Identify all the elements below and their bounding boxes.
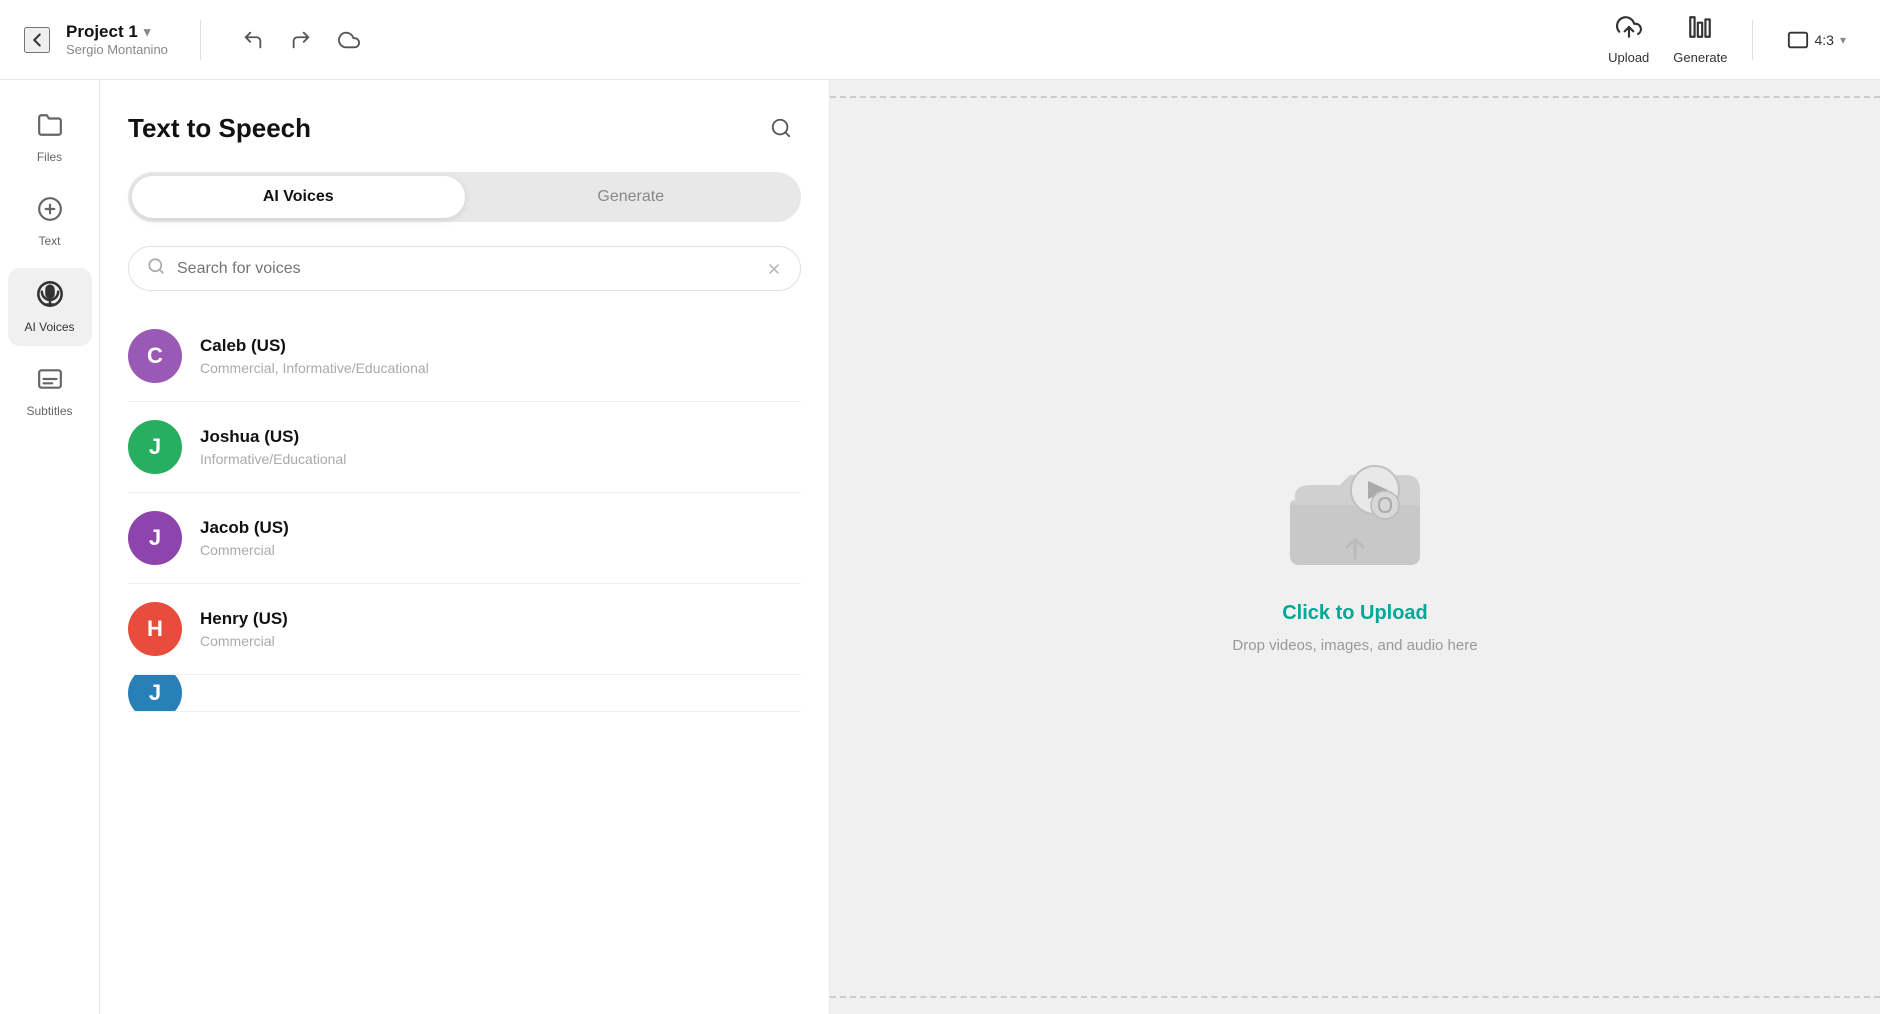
- voice-avatar-caleb: C: [128, 329, 182, 383]
- voice-name-jacob: Jacob (US): [200, 518, 289, 538]
- redo-button[interactable]: [281, 20, 321, 60]
- tab-generate[interactable]: Generate: [465, 176, 798, 218]
- voice-name-caleb: Caleb (US): [200, 336, 429, 356]
- ratio-button[interactable]: 4:3 ▾: [1777, 23, 1857, 57]
- project-info: Project 1 ▾ Sergio Montanino: [66, 22, 168, 57]
- voice-avatar-henry: H: [128, 602, 182, 656]
- search-icon: [147, 257, 165, 280]
- upload-icon: [1616, 14, 1642, 46]
- toolbar-actions: [233, 20, 369, 60]
- voice-avatar-more: J: [128, 675, 182, 712]
- back-button[interactable]: [24, 27, 50, 53]
- tab-ai-voices[interactable]: AI Voices: [132, 176, 465, 218]
- voice-tags-jacob: Commercial: [200, 542, 289, 558]
- upload-illustration: [1275, 440, 1435, 590]
- undo-button[interactable]: [233, 20, 273, 60]
- voice-tags-henry: Commercial: [200, 633, 288, 649]
- canvas-area[interactable]: Click to Upload Drop videos, images, and…: [830, 80, 1880, 1014]
- voice-info-henry: Henry (US) Commercial: [200, 609, 288, 649]
- sidebar: Files Text AI Voices: [0, 80, 100, 1014]
- text-icon: [37, 196, 63, 228]
- mic-icon: [36, 280, 64, 314]
- voice-item-more[interactable]: J: [128, 675, 801, 712]
- topbar-left: Project 1 ▾ Sergio Montanino: [24, 20, 1608, 60]
- ratio-label: 4:3: [1815, 32, 1834, 48]
- topbar-divider: [200, 20, 201, 60]
- sidebar-subtitles-label: Subtitles: [26, 404, 72, 418]
- voice-tags-caleb: Commercial, Informative/Educational: [200, 360, 429, 376]
- sidebar-item-ai-voices[interactable]: AI Voices: [8, 268, 92, 346]
- voice-list: C Caleb (US) Commercial, Informative/Edu…: [128, 311, 801, 1014]
- generate-action[interactable]: Generate: [1673, 14, 1727, 65]
- topbar-divider2: [1752, 20, 1753, 60]
- panel: Text to Speech AI Voices Generate C: [100, 80, 830, 1014]
- search-bar: [128, 246, 801, 291]
- sidebar-item-text[interactable]: Text: [8, 184, 92, 260]
- topbar-right: Upload Generate 4:3 ▾: [1608, 14, 1856, 65]
- upload-placeholder: Click to Upload Drop videos, images, and…: [1232, 440, 1477, 654]
- cloud-save-button[interactable]: [329, 20, 369, 60]
- project-title[interactable]: Project 1 ▾: [66, 22, 168, 42]
- main-content: Files Text AI Voices: [0, 80, 1880, 1014]
- search-clear-button[interactable]: [766, 261, 782, 277]
- voice-name-joshua: Joshua (US): [200, 427, 346, 447]
- voice-info-joshua: Joshua (US) Informative/Educational: [200, 427, 346, 467]
- upload-link[interactable]: Click to Upload: [1282, 602, 1428, 625]
- upload-action[interactable]: Upload: [1608, 14, 1649, 65]
- subtitles-icon: [37, 366, 63, 398]
- voice-tags-joshua: Informative/Educational: [200, 451, 346, 467]
- voice-info-caleb: Caleb (US) Commercial, Informative/Educa…: [200, 336, 429, 376]
- sidebar-ai-voices-label: AI Voices: [24, 320, 74, 334]
- sidebar-item-subtitles[interactable]: Subtitles: [8, 354, 92, 430]
- generate-icon: [1687, 14, 1713, 46]
- sidebar-text-label: Text: [38, 234, 60, 248]
- panel-header: Text to Speech: [128, 108, 801, 148]
- upload-label: Upload: [1608, 50, 1649, 65]
- voice-item-henry[interactable]: H Henry (US) Commercial: [128, 584, 801, 675]
- voice-avatar-jacob: J: [128, 511, 182, 565]
- ratio-chevron-icon: ▾: [1840, 33, 1846, 47]
- voice-info-jacob: Jacob (US) Commercial: [200, 518, 289, 558]
- voice-item-joshua[interactable]: J Joshua (US) Informative/Educational: [128, 402, 801, 493]
- topbar: Project 1 ▾ Sergio Montanino Upload: [0, 0, 1880, 80]
- upload-subtitle: Drop videos, images, and audio here: [1232, 637, 1477, 654]
- voice-item-jacob[interactable]: J Jacob (US) Commercial: [128, 493, 801, 584]
- project-author: Sergio Montanino: [66, 42, 168, 57]
- sidebar-item-files[interactable]: Files: [8, 100, 92, 176]
- tab-switcher: AI Voices Generate: [128, 172, 801, 222]
- chevron-down-icon: ▾: [144, 24, 151, 40]
- voice-name-henry: Henry (US): [200, 609, 288, 629]
- panel-title: Text to Speech: [128, 113, 311, 144]
- voice-avatar-joshua: J: [128, 420, 182, 474]
- search-input[interactable]: [177, 260, 754, 278]
- sidebar-files-label: Files: [37, 150, 62, 164]
- voice-item-caleb[interactable]: C Caleb (US) Commercial, Informative/Edu…: [128, 311, 801, 402]
- generate-label: Generate: [1673, 50, 1727, 65]
- folder-icon: [37, 112, 63, 144]
- panel-search-button[interactable]: [761, 108, 801, 148]
